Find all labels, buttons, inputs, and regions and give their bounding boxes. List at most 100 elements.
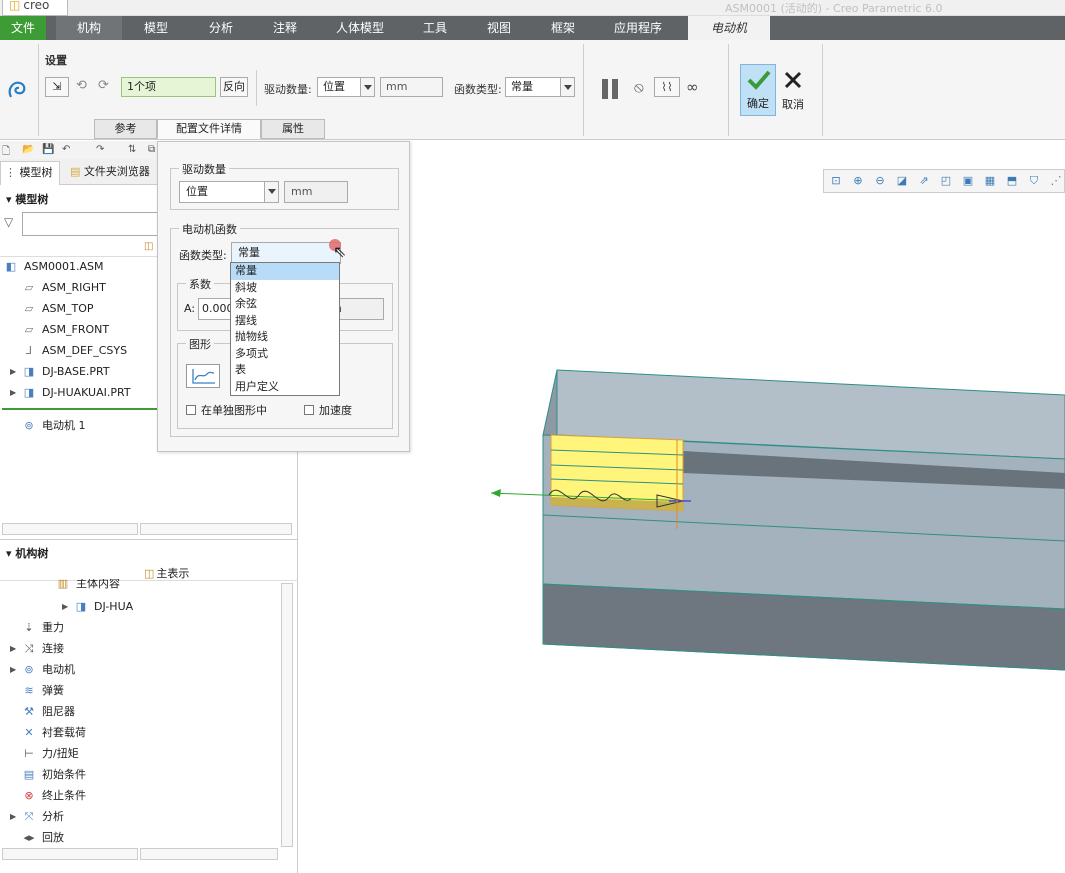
dropdown-option-constant[interactable]: 常量 (231, 263, 339, 280)
mech-item-motors[interactable]: ▶ ⊚ 电动机 (10, 661, 75, 679)
redo-icon[interactable]: ↷ (96, 144, 104, 155)
tab-references[interactable]: 参考 (94, 119, 157, 139)
tab-properties[interactable]: 属性 (261, 119, 325, 139)
menu-annotate[interactable]: 注释 (260, 16, 310, 40)
menu-model[interactable]: 模型 (130, 16, 182, 40)
mech-item-force-torque[interactable]: ⊢ 力/扭矩 (22, 745, 79, 763)
horizontal-scrollbar[interactable] (140, 523, 292, 535)
horizontal-scrollbar[interactable] (2, 848, 138, 860)
dropdown-option-user-defined[interactable]: 用户定义 (231, 379, 339, 396)
tree-item-dj-huakuai[interactable]: ▶ ◨ DJ-HUAKUAI.PRT (10, 384, 131, 402)
ribbon: 设置 ⇲ ⟲ ⟳ 1个项 反向 驱动数量: 位置 mm 函数类型: 常量 ⦸ ⌇… (0, 40, 1065, 140)
dropdown-option-polynomial[interactable]: 多项式 (231, 346, 339, 363)
ok-label: 确定 (747, 97, 769, 110)
menu-view[interactable]: 视图 (474, 16, 524, 40)
func-type-select[interactable]: 常量 (505, 77, 575, 97)
menu-tools[interactable]: 工具 (410, 16, 460, 40)
expand-arrow-icon[interactable]: ▶ (10, 640, 16, 658)
mech-item-initial-conditions[interactable]: ▤ 初始条件 (22, 766, 86, 784)
mech-item-body[interactable]: ▥ 主体内容 (56, 579, 120, 591)
mech-item-gravity[interactable]: ⇣ 重力 (22, 619, 64, 637)
horizontal-scrollbar[interactable] (2, 523, 138, 535)
menu-bar: 文件 机构 模型 分析 注释 人体模型 工具 视图 框架 应用程序 电动机 (0, 16, 1065, 40)
acceleration-checkbox[interactable]: 加速度 (304, 402, 352, 418)
gravity-icon: ⇣ (24, 621, 34, 634)
tree-item-asm-front[interactable]: ▱ ASM_FRONT (22, 321, 109, 339)
model-tree-search-input[interactable] (22, 212, 158, 236)
no-symbol-button[interactable]: ⦸ (634, 78, 644, 96)
select-arrow-icon: ⇲ (52, 80, 62, 93)
dropdown-option-cosine[interactable]: 余弦 (231, 296, 339, 313)
menu-analysis[interactable]: 分析 (196, 16, 246, 40)
select-reference-button[interactable]: ⇲ (45, 77, 69, 97)
menu-motor-active[interactable]: 电动机 (688, 16, 770, 40)
popup-drive-qty-select[interactable]: 位置 (179, 181, 279, 203)
mech-item-connections[interactable]: ▶ ⤨ 连接 (10, 640, 64, 658)
undo-icon[interactable]: ↶ (62, 144, 70, 155)
glasses-icon[interactable]: ∞ (686, 78, 699, 96)
pause-button[interactable] (600, 79, 622, 99)
menu-mechanism[interactable]: 机构 (56, 16, 122, 40)
part-icon: ◨ (23, 386, 35, 399)
graphics-viewport[interactable]: ⊡ ⊕ ⊖ ◪ ⇗ ◰ ▣ ▦ ⬒ ⛉ ⋰ (299, 159, 1065, 873)
func-type-label: 函数类型: (179, 249, 227, 262)
expand-arrow-icon[interactable]: ▶ (10, 661, 16, 679)
ok-button[interactable]: 确定 (740, 64, 776, 116)
expand-arrow-icon[interactable]: ▶ (10, 363, 16, 381)
reference-collector[interactable]: 1个项 (121, 77, 216, 97)
open-icon[interactable]: 📂 (22, 144, 34, 155)
mech-item-playback[interactable]: ◂▸ 回放 (22, 829, 64, 847)
window-icon[interactable]: ⧉ (148, 144, 155, 155)
tree-item-dj-base[interactable]: ▶ ◨ DJ-BASE.PRT (10, 363, 110, 381)
menu-file[interactable]: 文件 (0, 16, 46, 40)
tree-item-asm[interactable]: ◧ ASM0001.ASM (4, 258, 104, 276)
drive-qty-label: 驱动数量: (264, 83, 312, 96)
expand-arrow-icon[interactable]: ▶ (10, 384, 16, 402)
vertical-scrollbar[interactable] (281, 583, 293, 847)
mech-item-dampers[interactable]: ⚒ 阻尼器 (22, 703, 75, 721)
popup-func-type-select[interactable]: 常量 (231, 242, 341, 264)
dropdown-option-cycloidal[interactable]: 摆线 (231, 313, 339, 330)
tree-item-motor-1[interactable]: ⊚ 电动机 1 (22, 417, 85, 435)
tab-model-tree[interactable]: ⋮ 模型树 (0, 161, 60, 185)
mech-item-dj-hua[interactable]: ▶ ◨ DJ-HUA (62, 598, 133, 616)
pause-icon-bar (612, 79, 618, 99)
dropdown-option-parabolic[interactable]: 抛物线 (231, 329, 339, 346)
drive-qty-select[interactable]: 位置 (317, 77, 375, 97)
menu-framework[interactable]: 框架 (538, 16, 588, 40)
stop-icon: ⊗ (24, 789, 34, 802)
datum-plane-icon: ▱ (24, 281, 34, 294)
tab-folder-browser[interactable]: ▤ 文件夹浏览器 (66, 161, 158, 185)
tree-item-asm-csys[interactable]: ⅃ ASM_DEF_CSYS (22, 342, 127, 360)
tab-profile-details[interactable]: 配置文件详情 (157, 119, 261, 139)
rep-icon: ◫ (144, 241, 154, 252)
horizontal-scrollbar[interactable] (140, 848, 278, 860)
menu-manikin[interactable]: 人体模型 (322, 16, 398, 40)
separate-graph-checkbox[interactable]: 在单独图形中 (186, 402, 267, 418)
wave-toggle-button[interactable]: ⌇⌇ (654, 77, 680, 97)
dropdown-option-table[interactable]: 表 (231, 362, 339, 379)
tree-item-asm-top[interactable]: ▱ ASM_TOP (22, 300, 94, 318)
mech-item-springs[interactable]: ≋ 弹簧 (22, 682, 64, 700)
func-type-dropdown-list: 常量 斜坡 余弦 摆线 抛物线 多项式 表 用户定义 (230, 262, 340, 396)
expand-arrow-icon[interactable]: ▶ (62, 598, 68, 616)
expand-arrow-icon[interactable]: ▶ (10, 808, 16, 826)
save-icon[interactable]: 💾 (42, 144, 54, 155)
tree-item-asm-right[interactable]: ▱ ASM_RIGHT (22, 279, 106, 297)
mechanism-tree-header[interactable]: ▾ 机构树 (6, 545, 48, 561)
cancel-button[interactable]: 取消 (778, 64, 808, 116)
chevron-down-icon (560, 78, 574, 96)
point-reference-icon: ⟳ (98, 78, 109, 93)
folder-icon: ▤ (70, 165, 81, 178)
mech-item-bushing-loads[interactable]: ✕ 衬套载荷 (22, 724, 86, 742)
model-tree-header[interactable]: ▾ 模型树 (6, 191, 48, 207)
flip-button[interactable]: 反向 (220, 77, 248, 97)
dropdown-option-ramp[interactable]: 斜坡 (231, 280, 339, 297)
filter-icon[interactable]: ▽ (4, 215, 13, 229)
regenerate-icon[interactable]: ⇅ (128, 144, 136, 155)
mech-item-analyses[interactable]: ▶ ⤧ 分析 (10, 808, 64, 826)
mech-item-termination-conditions[interactable]: ⊗ 终止条件 (22, 787, 86, 805)
plot-graph-button[interactable] (186, 364, 220, 388)
motor-icon: ⊚ (24, 419, 34, 432)
menu-applications[interactable]: 应用程序 (600, 16, 676, 40)
